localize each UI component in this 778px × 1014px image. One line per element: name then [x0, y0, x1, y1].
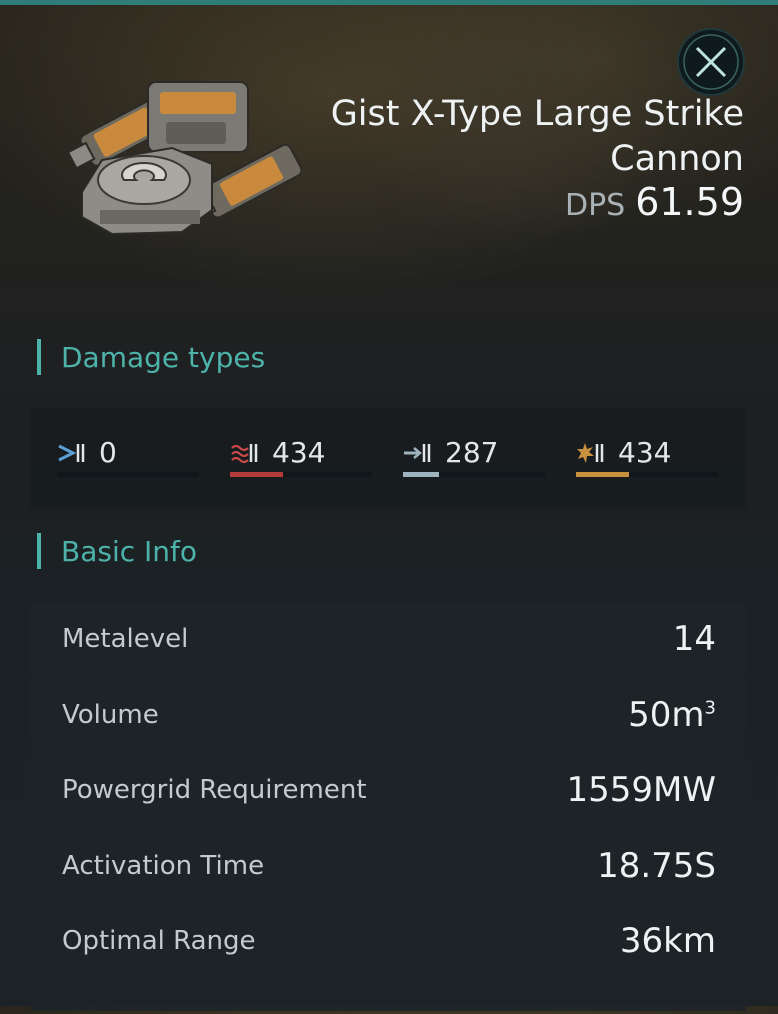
kinetic-damage-icon [404, 444, 431, 462]
info-label: Activation Time [62, 850, 265, 881]
basic-info-table: Metalevel 14 Volume 50m3 Powergrid Requi… [30, 603, 746, 1014]
damage-thermal-value: 434 [272, 436, 326, 469]
damage-em-bar [57, 472, 199, 477]
info-value: 36km [619, 921, 716, 961]
damage-kinetic-bar [403, 472, 545, 477]
damage-kinetic: 287 [403, 408, 545, 508]
damage-explosive-bar-fill [576, 472, 629, 477]
damage-types-panel: 0 434 287 434 [30, 408, 746, 508]
damage-em-value: 0 [99, 436, 117, 469]
strike-cannon-module-image [62, 42, 303, 252]
damage-types-title: Damage types [61, 340, 266, 374]
damage-explosive: 434 [576, 408, 718, 508]
info-row-activation-time: Activation Time 18.75S [30, 829, 746, 902]
dps-label: DPS [564, 188, 626, 223]
basic-info-header: Basic Info [37, 531, 197, 571]
info-label: Powergrid Requirement [62, 775, 367, 805]
info-value: 1559MW [566, 770, 716, 810]
info-row-powergrid: Powergrid Requirement 1559MW [30, 754, 746, 826]
info-row-metalevel: Metalevel 14 [30, 603, 746, 675]
damage-thermal-bar-fill [230, 472, 283, 477]
info-label: Metalevel [62, 624, 189, 654]
info-row-volume: Volume 50m3 [30, 678, 746, 751]
item-title: Gist X-Type Large Strike Cannon [330, 94, 744, 179]
em-damage-icon [58, 444, 85, 462]
info-row-partial [30, 980, 746, 1011]
dps-value: 61.59 [635, 180, 744, 224]
info-value: 14 [672, 619, 716, 659]
dps-readout: DPS 61.59 [565, 180, 744, 224]
damage-explosive-value: 434 [618, 436, 672, 469]
info-value: 18.75S [597, 845, 716, 886]
damage-thermal-bar [230, 472, 372, 477]
info-value: 50m3 [628, 694, 716, 735]
explosive-damage-icon [577, 443, 604, 463]
section-accent-bar [37, 533, 41, 569]
basic-info-title: Basic Info [61, 534, 198, 568]
section-accent-bar [37, 339, 41, 375]
close-icon [683, 34, 739, 90]
damage-kinetic-bar-fill [403, 472, 439, 477]
damage-explosive-bar [576, 472, 718, 477]
damage-kinetic-value: 287 [445, 436, 499, 469]
info-label: Optimal Range [62, 926, 256, 956]
damage-em: 0 [57, 408, 199, 508]
damage-types-header: Damage types [37, 337, 265, 377]
info-row-optimal-range: Optimal Range 36km [30, 905, 746, 977]
damage-thermal: 434 [230, 408, 372, 508]
close-button[interactable] [677, 28, 745, 96]
info-label: Volume [62, 699, 159, 730]
thermal-damage-icon [231, 444, 258, 464]
